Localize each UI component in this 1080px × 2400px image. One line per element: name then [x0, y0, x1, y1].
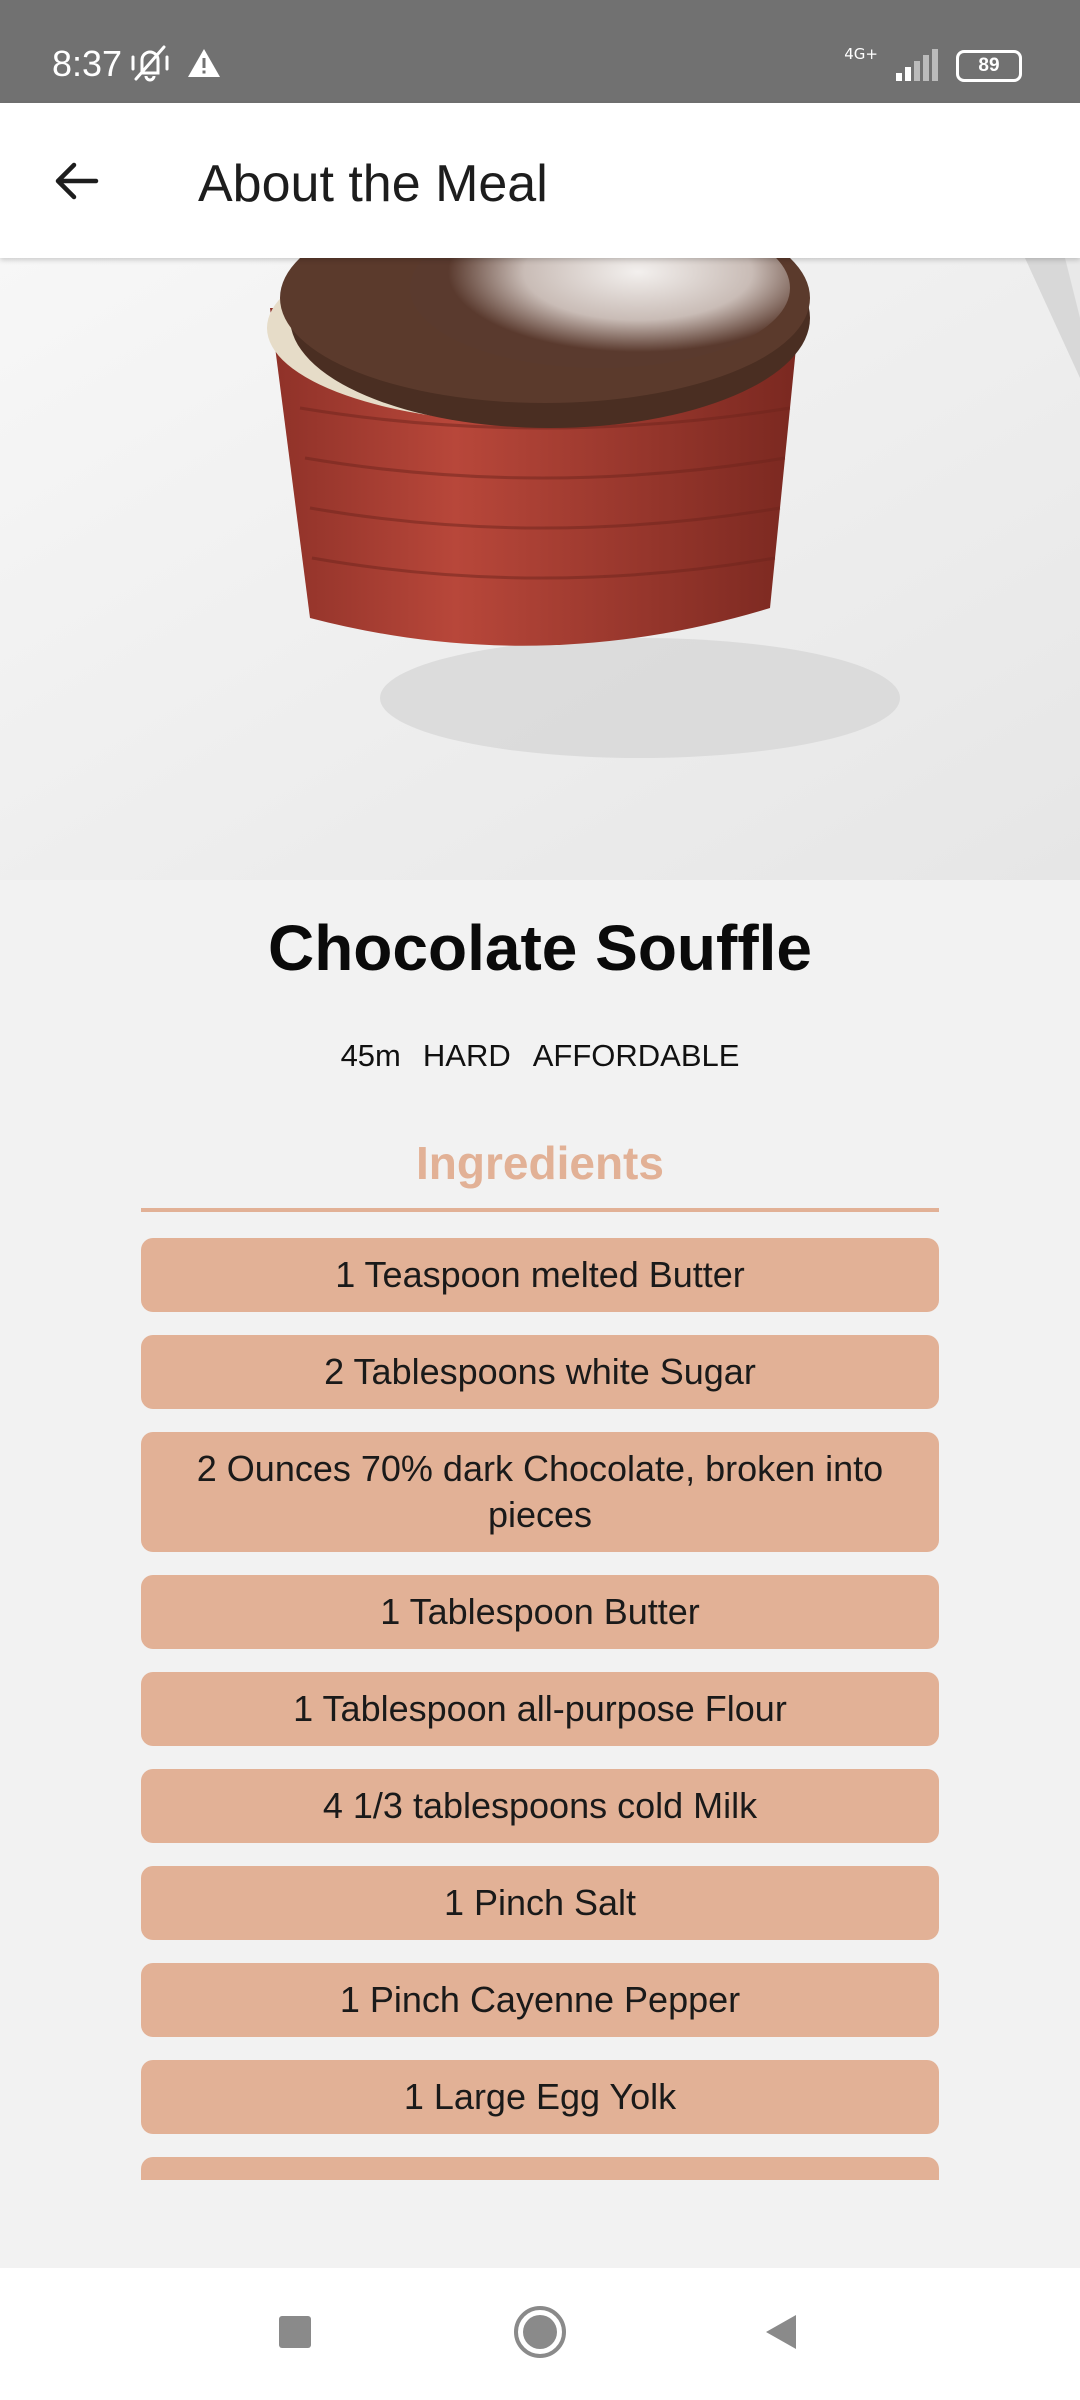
ingredient-item: 2 Tablespoons white Sugar	[141, 1335, 939, 1409]
vibrate-off-icon	[128, 43, 172, 88]
triangle-back-icon	[762, 2312, 802, 2357]
recents-button[interactable]	[265, 2304, 325, 2364]
ingredient-item: 1 Tablespoon all-purpose Flour	[141, 1672, 939, 1746]
arrow-left-icon	[52, 157, 100, 210]
meal-duration: 45m	[340, 1038, 401, 1073]
page-title: About the Meal	[198, 155, 548, 213]
ingredient-item: 2 Ounces 70% dark Chocolate, broken into…	[141, 1432, 939, 1552]
status-icons-left	[128, 43, 222, 87]
system-nav-bar	[0, 2268, 1080, 2400]
home-button[interactable]	[510, 2304, 570, 2364]
status-icons-right: 4G+ 89	[844, 44, 1022, 88]
ingredients-heading: Ingredients	[416, 1137, 664, 1189]
square-icon	[277, 2314, 313, 2355]
meal-title: Chocolate Souffle	[267, 912, 813, 984]
signal-icon	[894, 47, 940, 86]
meal-affordability: AFFORDABLE	[532, 1038, 740, 1073]
alert-icon	[186, 46, 222, 85]
circle-icon	[512, 2304, 568, 2365]
ingredient-item: 1 Pinch Cayenne Pepper	[141, 1963, 939, 2037]
ingredient-item: 4 1/3 tablespoons cold Milk	[141, 1769, 939, 1843]
section-divider	[141, 1208, 939, 1212]
app-bar: About the Meal	[0, 103, 1080, 258]
back-nav-button[interactable]	[752, 2304, 812, 2364]
meal-meta: 45m HARD AFFORDABLE	[0, 1036, 1080, 1076]
back-button[interactable]	[36, 143, 116, 223]
ingredient-item: 1 Large Egg Yolk	[141, 2060, 939, 2134]
ingredient-item: 1 Teaspoon melted Butter	[141, 1238, 939, 1312]
network-type: 4G+	[844, 44, 878, 63]
battery-icon: 89	[956, 50, 1022, 82]
status-time: 8:37	[52, 43, 123, 84]
meal-complexity: HARD	[422, 1038, 511, 1073]
ingredient-item: 1 Pinch Salt	[141, 1866, 939, 1940]
status-bar: 8:37 4G+ 89	[0, 0, 1080, 103]
ingredient-item: 1 Tablespoon Butter	[141, 1575, 939, 1649]
meal-image	[0, 258, 1080, 880]
ingredient-item	[141, 2157, 939, 2180]
ingredients-list[interactable]: 1 Teaspoon melted Butter 2 Tablespoons w…	[0, 1238, 1080, 2180]
